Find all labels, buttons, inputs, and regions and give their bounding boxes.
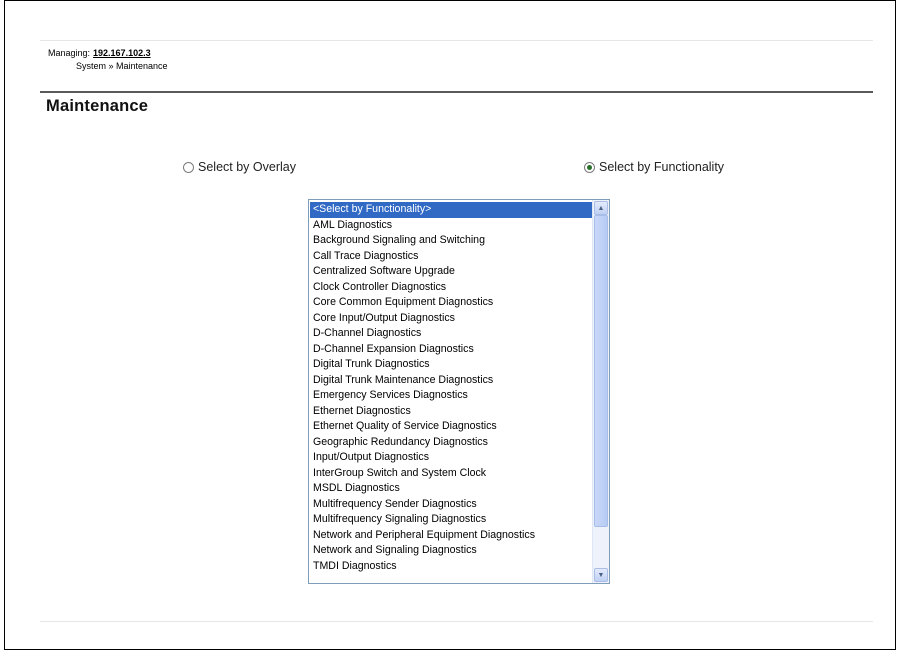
- listbox-option[interactable]: <Select by Functionality>: [310, 202, 593, 218]
- listbox-option[interactable]: Digital Trunk Diagnostics: [310, 357, 593, 373]
- chevron-up-icon[interactable]: ▲: [594, 201, 608, 215]
- top-divider: [40, 40, 873, 41]
- listbox-option[interactable]: Multifrequency Signaling Diagnostics: [310, 512, 593, 528]
- chevron-down-icon[interactable]: ▼: [594, 568, 608, 582]
- breadcrumb: System » Maintenance: [76, 61, 168, 71]
- functionality-listbox[interactable]: <Select by Functionality> AML Diagnostics…: [308, 199, 610, 584]
- listbox-option[interactable]: Network and Peripheral Equipment Diagnos…: [310, 528, 593, 544]
- listbox-option[interactable]: Background Signaling and Switching: [310, 233, 593, 249]
- listbox-option[interactable]: D-Channel Diagnostics: [310, 326, 593, 342]
- select-by-functionality-label: Select by Functionality: [599, 160, 725, 174]
- scrollbar-thumb[interactable]: [594, 215, 608, 527]
- listbox-option[interactable]: Core Common Equipment Diagnostics: [310, 295, 593, 311]
- listbox-option[interactable]: Network and Signaling Diagnostics: [310, 543, 593, 559]
- listbox-option[interactable]: Digital Trunk Maintenance Diagnostics: [310, 373, 593, 389]
- radio-button-functionality[interactable]: [584, 161, 595, 173]
- listbox-option[interactable]: Multifrequency Sender Diagnostics: [310, 497, 593, 513]
- listbox-scrollbar[interactable]: ▲ ▼: [592, 200, 609, 583]
- managing-line: Managing: 192.167.102.3: [48, 48, 151, 58]
- listbox-option[interactable]: TMDI Diagnostics: [310, 559, 593, 575]
- listbox-option[interactable]: Ethernet Diagnostics: [310, 404, 593, 420]
- select-by-overlay-radio[interactable]: Select by Overlay: [183, 160, 296, 174]
- listbox-option[interactable]: Call Trace Diagnostics: [310, 249, 593, 265]
- listbox-option[interactable]: MSDL Diagnostics: [310, 481, 593, 497]
- managing-ip-link[interactable]: 192.167.102.3: [93, 48, 151, 58]
- page-title: Maintenance: [46, 97, 149, 115]
- managing-label: Managing:: [48, 48, 91, 58]
- listbox-option[interactable]: Emergency Services Diagnostics: [310, 388, 593, 404]
- listbox-option[interactable]: Input/Output Diagnostics: [310, 450, 593, 466]
- listbox-option[interactable]: Ethernet Quality of Service Diagnostics: [310, 419, 593, 435]
- title-divider: [40, 91, 873, 93]
- listbox-option[interactable]: Centralized Software Upgrade: [310, 264, 593, 280]
- select-by-overlay-label: Select by Overlay: [198, 160, 296, 174]
- bottom-divider: [40, 621, 873, 622]
- listbox-option[interactable]: Clock Controller Diagnostics: [310, 280, 593, 296]
- listbox-option[interactable]: Core Input/Output Diagnostics: [310, 311, 593, 327]
- listbox-option[interactable]: Geographic Redundancy Diagnostics: [310, 435, 593, 451]
- radio-button-overlay[interactable]: [183, 161, 194, 173]
- listbox-option[interactable]: InterGroup Switch and System Clock: [310, 466, 593, 482]
- functionality-list: <Select by Functionality> AML Diagnostics…: [310, 202, 593, 574]
- listbox-option[interactable]: D-Channel Expansion Diagnostics: [310, 342, 593, 358]
- listbox-option[interactable]: AML Diagnostics: [310, 218, 593, 234]
- select-by-functionality-radio[interactable]: Select by Functionality: [584, 160, 724, 174]
